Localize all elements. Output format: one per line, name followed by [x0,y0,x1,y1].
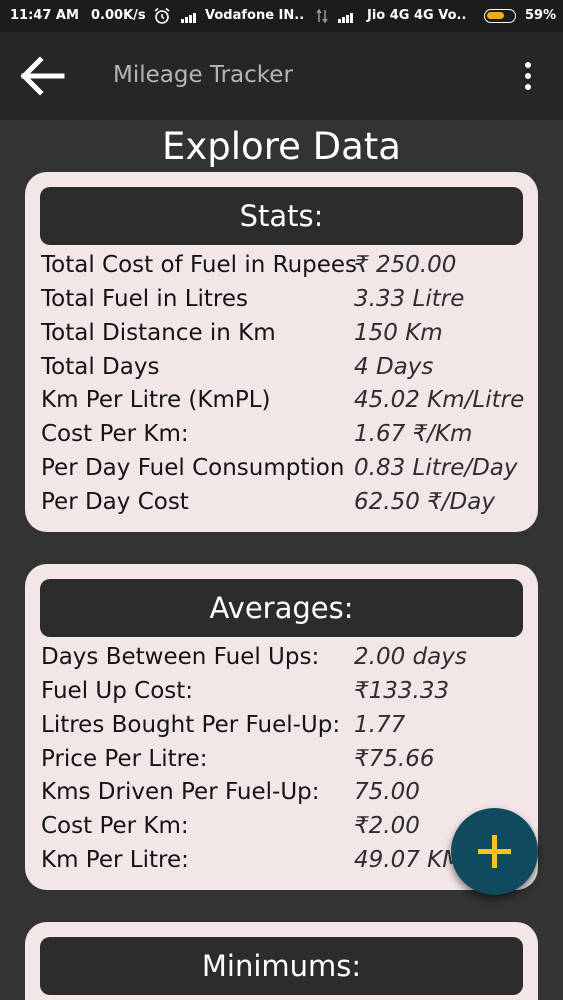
stat-label: Total Distance in Km [41,320,276,346]
page-title: Explore Data [162,125,401,168]
minimums-card: Minimums: [25,922,538,1000]
average-row: Litres Bought Per Fuel-Up: 1.77 [41,712,531,745]
stat-row: Per Day Cost 62.50 ₹/Day [41,489,531,522]
status-bar: 11:47 AM 0.00K/s Vodafone IN.. Jio 4G 4G… [0,0,563,32]
stat-label: Total Days [41,354,160,380]
status-carrier-2: Jio 4G 4G Vo.. [367,8,467,23]
average-label: Price Per Litre: [41,746,208,772]
data-icon [316,8,328,28]
stat-row: Km Per Litre (KmPL) 45.02 Km/Litre [41,387,531,420]
average-label: Kms Driven Per Fuel-Up: [41,779,320,805]
signal-icon [181,11,199,23]
battery-icon [484,9,516,23]
average-value: ₹133.33 [354,678,450,704]
status-carrier-1: Vodafone IN.. [205,8,305,23]
average-row: Fuel Up Cost: ₹133.33 [41,678,531,711]
stat-label: Per Day Cost [41,489,189,515]
battery-percent: 59% [525,8,557,23]
stat-value: 4 Days [354,354,434,380]
stat-row: Total Cost of Fuel in Rupees ₹ 250.00 [41,252,531,285]
add-fuel-up-button[interactable] [451,808,538,895]
average-label: Cost Per Km: [41,813,189,839]
app-title: Mileage Tracker [113,62,293,88]
stat-value: 1.67 ₹/Km [354,421,473,447]
average-value: 75.00 [354,779,420,805]
averages-header: Averages: [40,579,523,637]
stat-value: 62.50 ₹/Day [354,489,495,515]
average-row: Kms Driven Per Fuel-Up: 75.00 [41,779,531,812]
stat-label: Km Per Litre (KmPL) [41,387,271,413]
stat-row: Per Day Fuel Consumption 0.83 Litre/Day [41,455,531,488]
stats-card: Stats: Total Cost of Fuel in Rupees ₹ 25… [25,172,538,532]
average-row: Price Per Litre: ₹75.66 [41,746,531,779]
average-label: Km Per Litre: [41,847,189,873]
stat-label: Per Day Fuel Consumption [41,455,345,481]
stat-row: Total Distance in Km 150 Km [41,320,531,353]
average-label: Fuel Up Cost: [41,678,194,704]
status-time: 11:47 AM [10,8,79,23]
more-vert-icon [525,62,531,68]
average-label: Litres Bought Per Fuel-Up: [41,712,341,738]
average-value: 1.77 [354,712,406,738]
average-value: ₹2.00 [354,813,420,839]
alarm-icon [153,7,171,29]
minimums-header: Minimums: [40,937,523,995]
stat-value: 0.83 Litre/Day [354,455,518,481]
average-label: Days Between Fuel Ups: [41,644,320,670]
stat-row: Cost Per Km: 1.67 ₹/Km [41,421,531,454]
stat-row: Total Fuel in Litres 3.33 Litre [41,286,531,319]
more-options-button[interactable] [515,60,541,92]
arrow-left-icon [20,56,65,96]
stat-value: 150 Km [354,320,443,346]
status-speed: 0.00K/s [91,8,146,23]
stat-label: Total Fuel in Litres [41,286,249,312]
average-value: 2.00 days [354,644,467,670]
stat-value: ₹ 250.00 [354,252,457,278]
stat-value: 3.33 Litre [354,286,465,312]
average-value: 49.07 KM [354,847,463,873]
app-bar: Mileage Tracker [0,32,563,120]
average-value: ₹75.66 [354,746,435,772]
stats-header: Stats: [40,187,523,245]
back-button[interactable] [18,54,70,98]
signal-icon-2 [338,11,356,23]
stat-value: 45.02 Km/Litre [354,387,525,413]
stat-row: Total Days 4 Days [41,354,531,387]
stat-label: Total Cost of Fuel in Rupees [41,252,358,278]
stat-label: Cost Per Km: [41,421,189,447]
average-row: Days Between Fuel Ups: 2.00 days [41,644,531,677]
